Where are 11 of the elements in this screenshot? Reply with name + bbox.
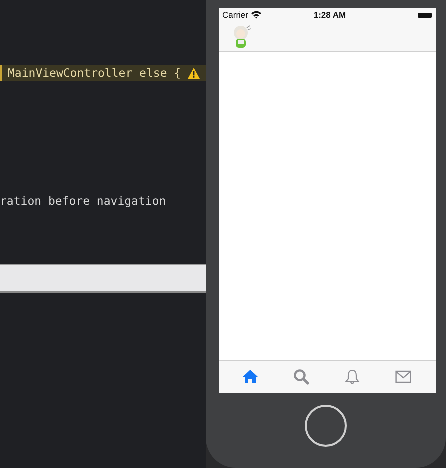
code-line: ration before navigation (0, 193, 168, 209)
warning-icon[interactable] (188, 68, 200, 78)
search-icon[interactable] (292, 369, 310, 385)
carrier-label: Carrier (222, 10, 248, 20)
battery-icon (418, 12, 432, 18)
envelope-icon[interactable] (395, 369, 412, 385)
home-button[interactable] (305, 405, 347, 447)
wifi-icon (251, 11, 262, 19)
home-icon[interactable] (242, 369, 259, 385)
bell-icon[interactable] (344, 369, 362, 385)
clock-time: 1:28 AM (312, 10, 348, 20)
